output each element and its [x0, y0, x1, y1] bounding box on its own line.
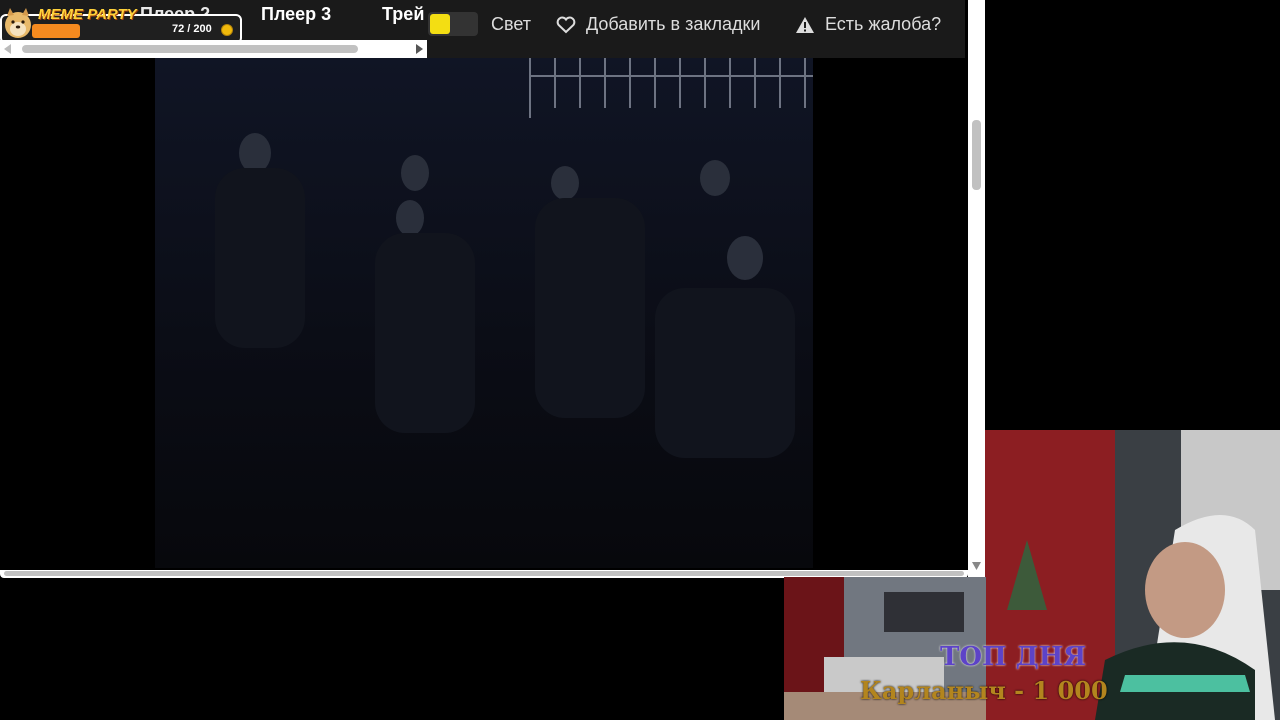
meme-party-widget[interactable]: MEME PARTY 72 / 200 — [0, 0, 244, 44]
horizontal-scrollbar[interactable] — [0, 40, 427, 58]
coin-icon — [221, 24, 233, 36]
browser-viewport: Плеер 2 Плеер 3 Трей Свет Добавить в зак… — [0, 0, 985, 578]
scrollbar-thumb[interactable] — [22, 45, 358, 53]
scroll-right-icon[interactable] — [415, 44, 423, 54]
tab-trailer[interactable]: Трей — [382, 4, 424, 25]
complaint-label: Есть жалоба? — [825, 14, 942, 34]
doge-icon — [5, 8, 31, 38]
video-player[interactable] — [0, 58, 965, 570]
top-day-entry: Карланыч - 1 000 — [860, 676, 1108, 705]
vertical-scrollbar[interactable] — [968, 0, 985, 578]
meme-party-progress-bar — [32, 24, 80, 38]
meme-party-logo: MEME PARTY — [38, 6, 137, 23]
light-toggle[interactable] — [428, 12, 478, 36]
video-frame[interactable] — [155, 58, 813, 568]
bookmark-button[interactable]: Добавить в закладки — [556, 14, 760, 35]
scroll-left-icon[interactable] — [4, 44, 12, 54]
tab-player-3[interactable]: Плеер 3 — [261, 4, 331, 25]
light-label[interactable]: Свет — [491, 14, 531, 35]
complaint-button[interactable]: Есть жалоба? — [795, 14, 941, 35]
vertical-scrollbar-thumb[interactable] — [972, 120, 981, 190]
scroll-down-icon[interactable] — [972, 562, 981, 570]
warning-icon — [796, 16, 814, 33]
bottom-scrollbar-thumb[interactable] — [4, 571, 964, 576]
toggle-knob — [430, 14, 450, 34]
meme-party-count: 72 / 200 — [172, 23, 212, 35]
heart-icon — [556, 16, 576, 33]
top-day-title: ТОП ДНЯ — [940, 642, 1087, 672]
video-scene — [215, 58, 813, 458]
bookmark-label: Добавить в закладки — [586, 14, 761, 34]
